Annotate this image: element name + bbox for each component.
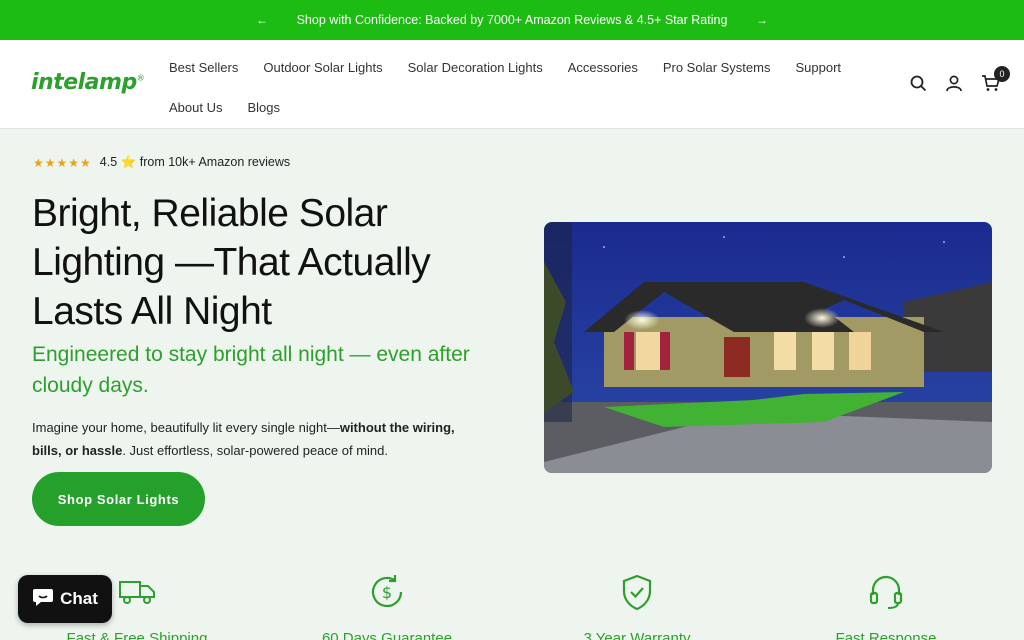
rating-value: 4.5 ⭐ from 10k+ Amazon reviews bbox=[99, 155, 291, 169]
search-icon[interactable] bbox=[910, 75, 927, 92]
feature-label: 3 Year Warranty bbox=[583, 630, 691, 640]
nav-about-us[interactable]: About Us bbox=[169, 100, 222, 116]
stars-icon: ★★★★★ bbox=[33, 155, 92, 170]
cart-icon[interactable]: 0 bbox=[981, 66, 1010, 92]
chat-label: Chat bbox=[60, 589, 98, 608]
dollar-refresh-icon: $ bbox=[287, 570, 487, 614]
svg-text:$: $ bbox=[382, 583, 392, 602]
site-header: intelamp® Best Sellers Outdoor Solar Lig… bbox=[0, 40, 1024, 129]
announcement-text[interactable]: Shop with Confidence: Backed by 7000+ Am… bbox=[292, 13, 732, 27]
cart-count-badge: 0 bbox=[994, 66, 1010, 82]
main-nav: Best Sellers Outdoor Solar Lights Solar … bbox=[169, 60, 869, 116]
nav-outdoor-solar-lights[interactable]: Outdoor Solar Lights bbox=[263, 60, 382, 76]
arrow-left-icon[interactable]: ← bbox=[232, 13, 292, 27]
feature-response: Fast Response bbox=[786, 570, 986, 640]
feature-guarantee: $ 60 Days Guarantee bbox=[287, 570, 487, 640]
account-icon[interactable] bbox=[945, 74, 963, 92]
announcement-bar: ← Shop with Confidence: Backed by 7000+ … bbox=[0, 0, 1024, 40]
hero-section: ★★★★★ 4.5 ⭐ from 10k+ Amazon reviews Bri… bbox=[0, 129, 1024, 640]
nav-best-sellers[interactable]: Best Sellers bbox=[169, 60, 238, 76]
nav-pro-solar-systems[interactable]: Pro Solar Systems bbox=[663, 60, 771, 76]
nav-support[interactable]: Support bbox=[795, 60, 841, 76]
feature-label: 60 Days Guarantee bbox=[321, 630, 453, 640]
hero-headline: Bright, Reliable Solar Lighting —That Ac… bbox=[32, 192, 431, 333]
feature-warranty: 3 Year Warranty bbox=[537, 570, 737, 640]
nav-blogs[interactable]: Blogs bbox=[247, 100, 280, 116]
chat-bubble-icon bbox=[32, 587, 54, 612]
arrow-right-icon[interactable]: → bbox=[732, 13, 792, 27]
hero-house-image bbox=[544, 222, 992, 473]
rating-row: ★★★★★ 4.5 ⭐ from 10k+ Amazon reviews bbox=[33, 155, 290, 170]
feature-label: Fast & Free Shipping bbox=[66, 630, 208, 640]
header-icons: 0 bbox=[910, 66, 1010, 92]
chat-button[interactable]: Chat bbox=[18, 575, 112, 623]
hero-description: Imagine your home, beautifully lit every… bbox=[32, 420, 455, 458]
features-row: Fast & Free Shipping $ 60 Days Guarantee… bbox=[0, 570, 1024, 640]
hero-subheadline: Engineered to stay bright all night — ev… bbox=[32, 343, 470, 397]
logo[interactable]: intelamp® bbox=[31, 70, 145, 95]
feature-label: Fast Response bbox=[835, 630, 937, 640]
headset-icon bbox=[786, 570, 986, 614]
shop-solar-lights-button[interactable]: Shop Solar Lights bbox=[32, 472, 205, 526]
shield-check-icon bbox=[537, 570, 737, 614]
nav-solar-decoration-lights[interactable]: Solar Decoration Lights bbox=[408, 60, 543, 76]
nav-accessories[interactable]: Accessories bbox=[568, 60, 638, 76]
